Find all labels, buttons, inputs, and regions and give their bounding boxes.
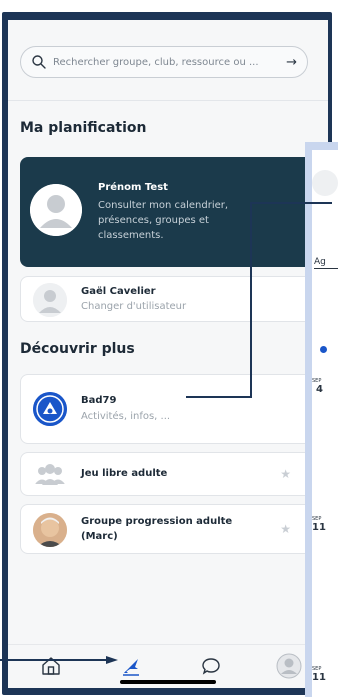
club-subtitle: Activités, infos, ... <box>81 411 171 422</box>
change-user-card[interactable]: Gaël Cavelier Changer d'utilisateur > <box>20 276 326 322</box>
avatar <box>30 184 82 236</box>
person-photo-icon <box>33 513 67 547</box>
profile-name: Prénom Test <box>98 182 168 193</box>
user-avatar <box>33 283 67 317</box>
annotation-line <box>252 202 332 204</box>
status-dot <box>320 346 327 353</box>
date-day: 11 <box>312 672 326 683</box>
annotation-line <box>250 202 252 398</box>
club-logo <box>33 392 67 426</box>
chat-icon[interactable] <box>200 655 222 677</box>
second-screen: Ag SEP 4 SEP 11 SEP 11 <box>312 150 338 697</box>
tab-label[interactable]: Ag <box>314 257 326 267</box>
people-icon <box>35 464 65 485</box>
tab-underline <box>314 268 338 269</box>
star-icon[interactable]: ★ <box>280 467 291 481</box>
profile-icon[interactable] <box>276 653 302 679</box>
section-title-planning: Ma planification <box>20 120 147 136</box>
group-name: Jeu libre adulte <box>81 468 168 479</box>
person-icon <box>33 283 67 317</box>
my-profile-card[interactable]: Prénom Test Consulter mon calendrier, pr… <box>20 157 326 267</box>
group-name: Groupe progression adulte (Marc) <box>81 516 233 542</box>
search-input[interactable]: Rechercher groupe, club, ressource ou ..… <box>53 57 280 68</box>
date-day: 11 <box>312 522 326 533</box>
app-screen: Rechercher groupe, club, ressource ou ..… <box>8 20 328 688</box>
coach-photo <box>33 513 67 547</box>
group-card[interactable]: Jeu libre adulte ★ > <box>20 452 326 496</box>
group-icon <box>33 458 67 492</box>
arrow-right-icon[interactable]: → <box>286 55 297 70</box>
avatar <box>312 170 338 196</box>
search-bar[interactable]: Rechercher groupe, club, ressource ou ..… <box>20 46 308 78</box>
group-card[interactable]: Groupe progression adulte (Marc) ★ > <box>20 504 326 554</box>
user-subtitle: Changer d'utilisateur <box>81 301 187 312</box>
annotation-arrow-icon <box>106 656 118 664</box>
club-card[interactable]: Bad79 Activités, infos, ... > <box>20 374 326 444</box>
annotation-line <box>186 396 252 398</box>
user-name: Gaël Cavelier <box>81 286 156 297</box>
profile-description: Consulter mon calendrier, présences, gro… <box>98 200 229 241</box>
section-title-discover: Découvrir plus <box>20 341 135 357</box>
search-icon <box>32 55 46 69</box>
annotation-line <box>0 659 114 661</box>
badminton-club-logo-icon <box>33 392 67 426</box>
shuttlecock-icon[interactable] <box>120 655 142 677</box>
star-icon[interactable]: ★ <box>280 522 291 536</box>
home-indicator <box>120 680 216 684</box>
club-name: Bad79 <box>81 395 117 406</box>
person-icon <box>30 184 82 236</box>
divider <box>8 100 328 101</box>
date-day: 4 <box>316 384 323 395</box>
